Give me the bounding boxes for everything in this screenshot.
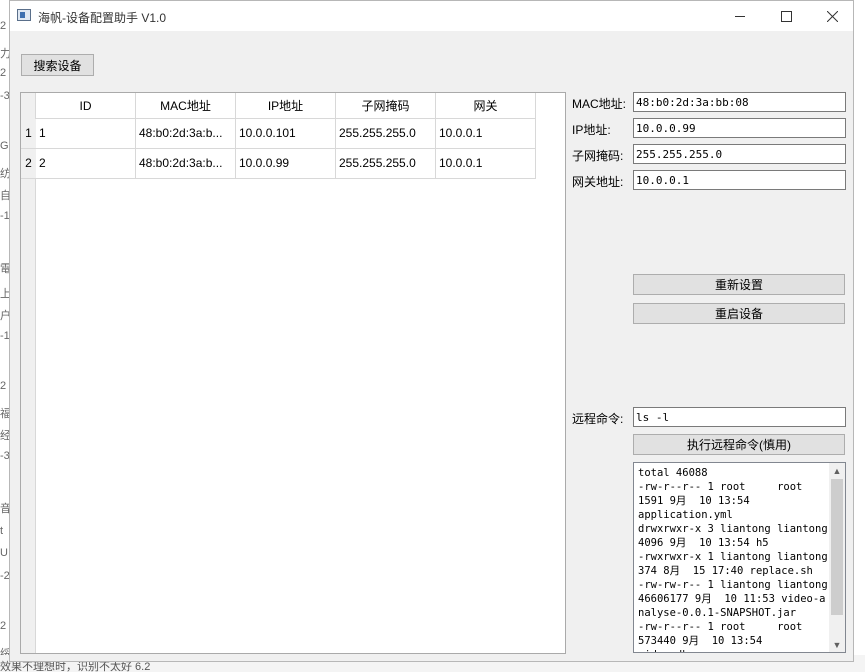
minimize-icon[interactable] <box>717 1 763 31</box>
cell-ip[interactable]: 10.0.0.101 <box>236 119 336 149</box>
bg-char: 2 <box>0 67 7 79</box>
mac-input[interactable] <box>633 92 846 112</box>
scroll-thumb[interactable] <box>831 479 843 615</box>
maximize-icon[interactable] <box>763 1 809 31</box>
window-title: 海帆-设备配置助手 V1.0 <box>38 11 167 25</box>
ip-label: IP地址: <box>572 123 611 137</box>
cell-ip[interactable]: 10.0.0.99 <box>236 149 336 179</box>
cell-gateway[interactable]: 10.0.0.1 <box>436 149 536 179</box>
cell-id[interactable]: 2 <box>36 149 136 179</box>
device-table[interactable]: ID MAC地址 IP地址 子网掩码 网关 1 1 48:b0:2d:3a:b.… <box>20 92 566 654</box>
row-number[interactable]: 1 <box>21 119 36 149</box>
remote-command-input[interactable] <box>633 407 846 427</box>
title-bar[interactable]: 海帆-设备配置助手 V1.0 <box>10 1 853 31</box>
search-devices-button[interactable]: 搜索设备 <box>21 54 94 76</box>
app-window-icon <box>17 9 31 21</box>
reset-settings-button[interactable]: 重新设置 <box>633 274 845 295</box>
remote-command-label: 远程命令: <box>572 412 624 426</box>
column-header-id[interactable]: ID <box>36 93 136 119</box>
app-window: 海帆-设备配置助手 V1.0 搜索设备 ID MAC地址 IP地址 子网掩码 网… <box>9 0 854 662</box>
close-icon[interactable] <box>809 1 855 31</box>
execute-remote-command-button[interactable]: 执行远程命令(慎用) <box>633 434 845 455</box>
column-header-mac[interactable]: MAC地址 <box>136 93 236 119</box>
ip-input[interactable] <box>633 118 846 138</box>
bg-char: U <box>0 547 8 559</box>
bg-char: t <box>0 525 4 537</box>
bg-char: 2 <box>0 380 7 392</box>
cell-mac[interactable]: 48:b0:2d:3a:b... <box>136 119 236 149</box>
bg-char: 2 <box>0 20 7 32</box>
gateway-input[interactable] <box>633 170 846 190</box>
row-number[interactable]: 2 <box>21 149 36 179</box>
cell-gateway[interactable]: 10.0.0.1 <box>436 119 536 149</box>
cell-mac[interactable]: 48:b0:2d:3a:b... <box>136 149 236 179</box>
command-output-text: total 46088 -rw-r--r-- 1 root root 1591 … <box>638 467 828 652</box>
mask-input[interactable] <box>633 144 846 164</box>
cell-id[interactable]: 1 <box>36 119 136 149</box>
bg-char: 2 <box>0 620 7 632</box>
column-header-gateway[interactable]: 网关 <box>436 93 536 119</box>
mask-label: 子网掩码: <box>572 149 624 163</box>
mac-label: MAC地址: <box>572 97 627 111</box>
bg-char: G <box>0 140 9 152</box>
column-header-ip[interactable]: IP地址 <box>236 93 336 119</box>
column-header-mask[interactable]: 子网掩码 <box>336 93 436 119</box>
scroll-up-icon[interactable]: ▲ <box>829 463 845 478</box>
scroll-down-icon[interactable]: ▼ <box>829 637 845 652</box>
output-scrollbar[interactable]: ▲ ▼ <box>829 463 845 652</box>
cell-mask[interactable]: 255.255.255.0 <box>336 119 436 149</box>
command-output[interactable]: total 46088 -rw-r--r-- 1 root root 1591 … <box>633 462 846 653</box>
reboot-device-button[interactable]: 重启设备 <box>633 303 845 324</box>
gateway-label: 网关地址: <box>572 175 624 189</box>
cell-mask[interactable]: 255.255.255.0 <box>336 149 436 179</box>
